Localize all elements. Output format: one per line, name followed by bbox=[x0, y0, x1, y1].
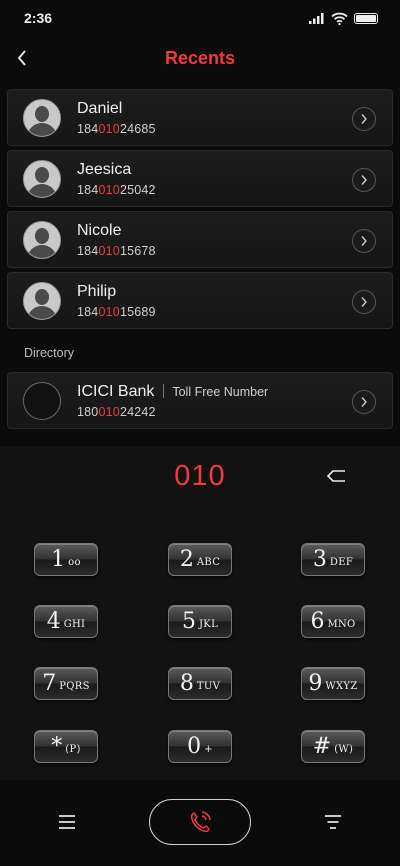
directory-entry-tag: Toll Free Number bbox=[172, 384, 269, 399]
contact-name: Nicole bbox=[77, 221, 122, 239]
dial-key-9[interactable]: 9 WXYZ bbox=[301, 667, 365, 700]
contact-number: 18401015689 bbox=[77, 304, 156, 319]
chevron-right-icon bbox=[361, 236, 367, 246]
dial-key-4[interactable]: 4 GHI bbox=[34, 605, 98, 638]
contact-name: Jeesica bbox=[77, 160, 132, 178]
avatar bbox=[23, 381, 61, 420]
directory-list: ICICI Bank Toll Free Number 18001024242 bbox=[7, 372, 393, 433]
back-button[interactable] bbox=[4, 40, 40, 76]
contact-card-philip[interactable]: Philip 18401015689 bbox=[7, 272, 393, 329]
bottom-bar bbox=[0, 780, 400, 866]
avatar bbox=[23, 98, 61, 137]
contact-card-jeesica[interactable]: Jeesica 18401025042 bbox=[7, 150, 393, 207]
phone-icon bbox=[190, 811, 211, 833]
contact-name: Daniel bbox=[77, 99, 123, 117]
chevron-right-icon bbox=[361, 114, 367, 124]
directory-entry-name: ICICI Bank bbox=[77, 382, 155, 400]
signal-icon bbox=[309, 13, 324, 24]
page-title: Recents bbox=[164, 47, 236, 68]
avatar bbox=[23, 281, 61, 320]
dial-pad: 010 1 oo 2 ABC 3 DEF 4 GHI 5 JKL 6 MNO 7 PQRS 8… bbox=[0, 446, 400, 780]
backspace-icon[interactable] bbox=[326, 468, 348, 484]
directory-heading: Directory bbox=[24, 346, 75, 360]
status-bar: 2:36 bbox=[0, 0, 400, 36]
dial-key-5[interactable]: 5 JKL bbox=[168, 605, 232, 638]
contact-details-button[interactable] bbox=[352, 290, 376, 314]
wifi-icon bbox=[331, 12, 348, 25]
filter-icon[interactable] bbox=[321, 810, 345, 834]
contact-details-button[interactable] bbox=[352, 229, 376, 253]
directory-entry[interactable]: ICICI Bank Toll Free Number 18001024242 bbox=[7, 372, 393, 429]
directory-entry-number: 18001024242 bbox=[77, 404, 156, 419]
contact-details-button[interactable] bbox=[352, 107, 376, 131]
status-time: 2:36 bbox=[24, 10, 53, 26]
contact-name: Philip bbox=[77, 282, 117, 300]
avatar bbox=[23, 220, 61, 259]
directory-details-button[interactable] bbox=[352, 390, 376, 414]
divider bbox=[163, 384, 165, 399]
chevron-left-icon bbox=[17, 50, 26, 66]
contact-details-button[interactable] bbox=[352, 168, 376, 192]
contact-list: Daniel 18401024685 Jeesica 18401025042 N… bbox=[7, 89, 393, 333]
dial-key-1[interactable]: 1 oo bbox=[34, 543, 98, 576]
menu-icon[interactable] bbox=[55, 810, 79, 834]
contact-card-nicole[interactable]: Nicole 18401015678 bbox=[7, 211, 393, 268]
status-icons bbox=[309, 12, 378, 25]
dial-key-0[interactable]: 0 + bbox=[168, 730, 232, 763]
header: Recents bbox=[0, 36, 400, 80]
dial-key-6[interactable]: 6 MNO bbox=[301, 605, 365, 638]
dial-key-7[interactable]: 7 PQRS bbox=[34, 667, 98, 700]
chevron-right-icon bbox=[361, 175, 367, 185]
directory-entry-name-row: ICICI Bank Toll Free Number bbox=[77, 383, 268, 401]
avatar bbox=[23, 159, 61, 198]
call-button[interactable] bbox=[149, 799, 251, 845]
contact-number: 18401024685 bbox=[77, 121, 156, 136]
contact-number: 18401025042 bbox=[77, 182, 156, 197]
chevron-right-icon bbox=[361, 397, 367, 407]
dial-key-3[interactable]: 3 DEF bbox=[301, 543, 365, 576]
chevron-right-icon bbox=[361, 297, 367, 307]
contact-card-daniel[interactable]: Daniel 18401024685 bbox=[7, 89, 393, 146]
battery-icon bbox=[354, 12, 378, 24]
dial-key-star[interactable]: * (P) bbox=[34, 730, 98, 763]
dial-key-hash[interactable]: # (W) bbox=[301, 730, 365, 763]
contact-number: 18401015678 bbox=[77, 243, 156, 258]
dial-key-8[interactable]: 8 TUV bbox=[168, 667, 232, 700]
dial-key-2[interactable]: 2 ABC bbox=[168, 543, 232, 576]
